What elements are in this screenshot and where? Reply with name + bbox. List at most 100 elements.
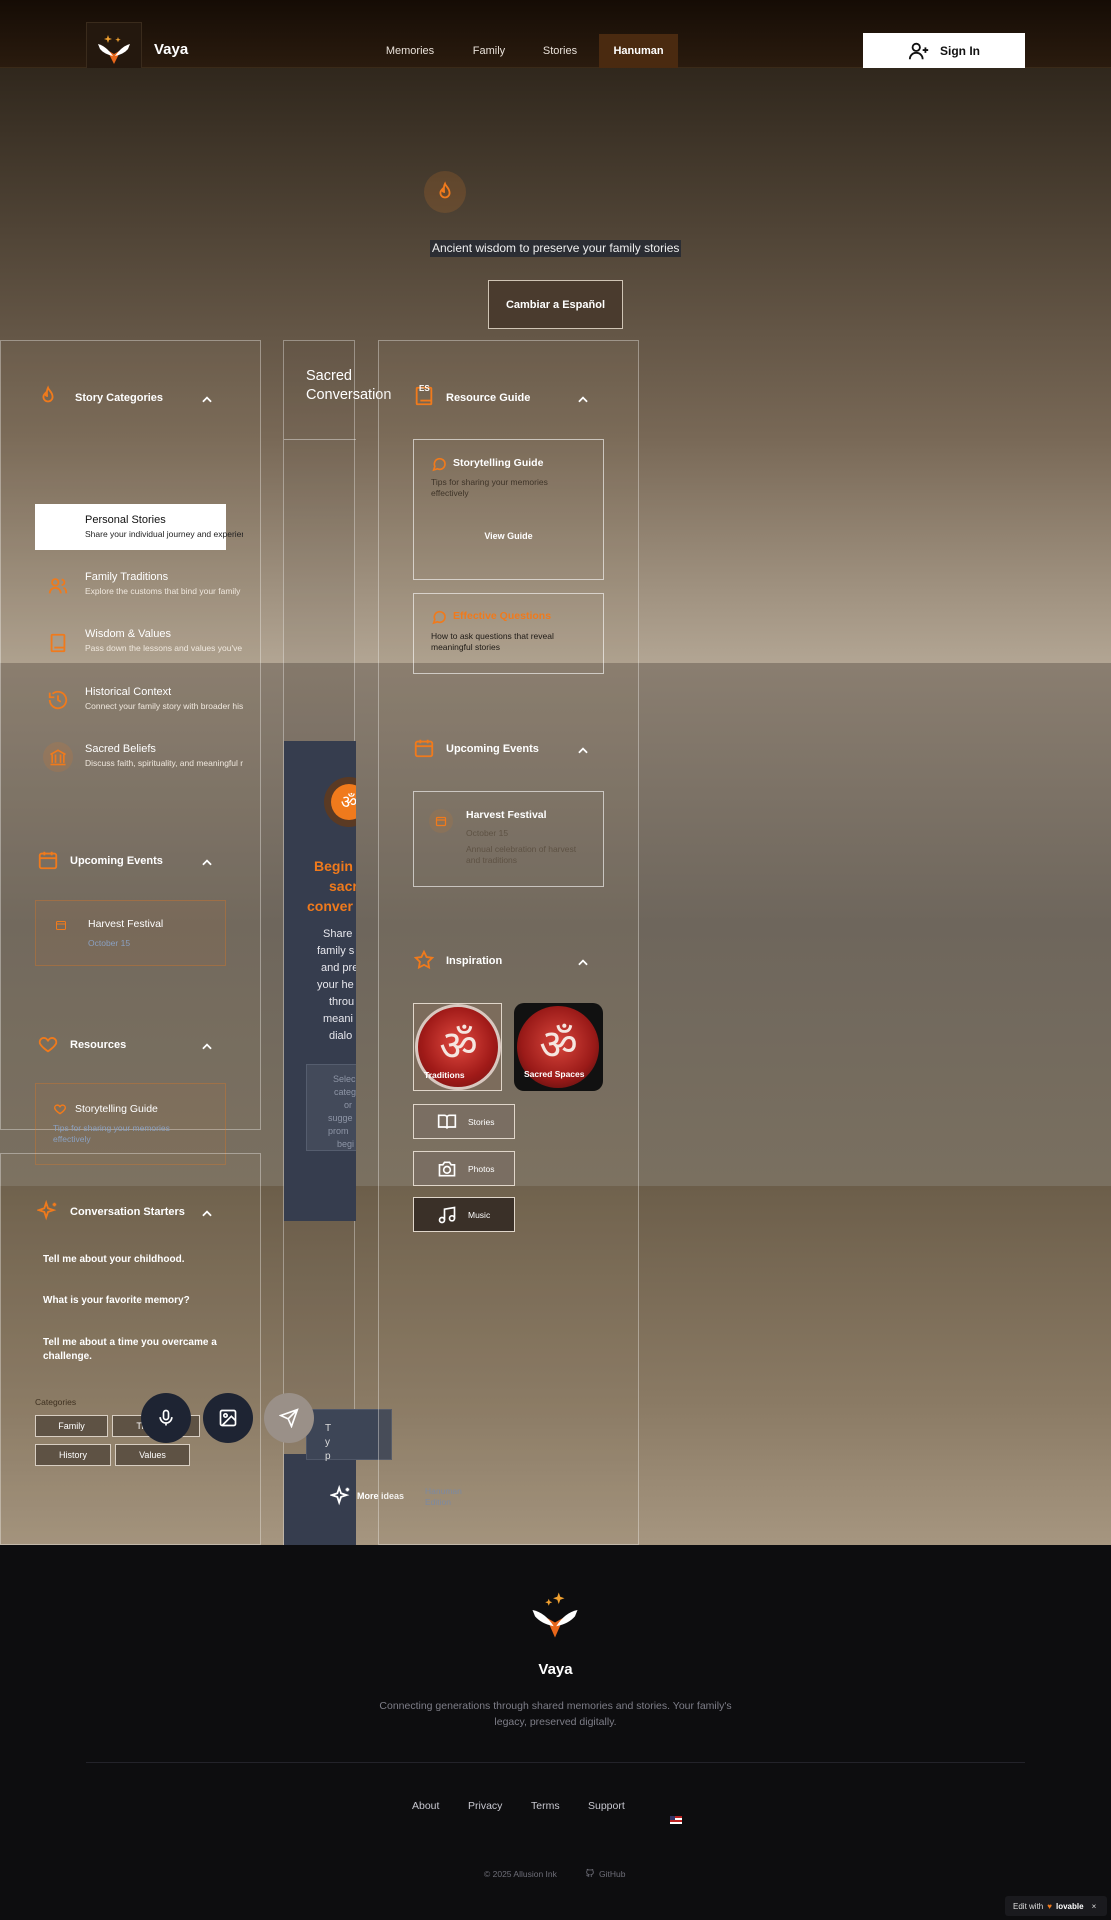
footer-divider [86, 1762, 1025, 1763]
stories-button[interactable]: Stories [413, 1104, 515, 1139]
nav-stories[interactable]: Stories [536, 34, 584, 68]
main-content: Ancient wisdom to preserve your family s… [0, 68, 1111, 1546]
starter-prompt[interactable]: Tell me about your childhood. [43, 1254, 223, 1265]
hint-line: or [344, 1100, 353, 1110]
chevron-up-icon[interactable] [576, 393, 590, 407]
om-symbol-icon: ॐ [439, 1022, 478, 1069]
card-desc: Tips for sharing your memories effective… [431, 477, 548, 498]
edit-with-label: Edit with [1013, 1901, 1044, 1911]
begin-heading: Begin sacr conver [284, 856, 356, 916]
heading-line: Begin [314, 858, 353, 874]
nav-memories[interactable]: Memories [380, 34, 440, 68]
body-line: meani [323, 1013, 353, 1025]
card-desc: How to ask questions that reveal meaning… [431, 631, 554, 652]
starters-panel: Conversation Starters Tell me about your… [0, 1153, 261, 1545]
chevron-up-icon[interactable] [200, 393, 214, 407]
hint-line: Selec [333, 1074, 356, 1084]
heading-line: conver [307, 898, 353, 914]
edit-with-lovable-badge[interactable]: Edit with ♥ lovable × [1005, 1896, 1107, 1916]
chevron-up-icon[interactable] [200, 856, 214, 870]
category-personal-stories[interactable] [35, 504, 226, 550]
footer-brand: Vaya [538, 1661, 573, 1678]
categories-label: Categories [35, 1397, 77, 1407]
music-button[interactable]: Music [413, 1197, 515, 1232]
calendar-icon [56, 921, 66, 930]
sparkles-icon [330, 1485, 350, 1506]
event-card[interactable] [413, 791, 604, 887]
brand-name[interactable]: Vaya [154, 41, 188, 58]
body-line: throu [329, 996, 355, 1008]
event-title: Harvest Festival [466, 809, 547, 821]
begin-body: Share family s and pre your he throu mea… [284, 926, 356, 1045]
heading-line: sacr [329, 878, 356, 894]
message-circle-icon [432, 457, 446, 472]
mic-button[interactable] [141, 1393, 191, 1443]
star-icon [413, 949, 435, 970]
image-icon [219, 1409, 237, 1427]
inspiration-tile-traditions[interactable]: ॐ Traditions [413, 1003, 502, 1091]
us-flag-icon[interactable] [670, 1816, 682, 1824]
flag-es-label: ES [419, 384, 430, 393]
footer-link-support[interactable]: Support [588, 1800, 625, 1812]
footer-link-about[interactable]: About [412, 1800, 439, 1812]
tile-label: Sacred Spaces [524, 1069, 585, 1079]
sign-in-label: Sign In [940, 43, 980, 58]
sign-in-button[interactable]: Sign In [863, 33, 1025, 68]
nav-family[interactable]: Family [463, 34, 515, 68]
category-title: Historical Context [85, 686, 172, 698]
vaya-logo-icon [532, 1592, 578, 1638]
heart-icon: ♥ [1047, 1901, 1052, 1911]
starter-prompt[interactable]: What is your favorite memory? [43, 1295, 223, 1306]
category-chip[interactable]: Family [35, 1415, 108, 1437]
chevron-up-icon[interactable] [200, 1207, 214, 1221]
nav-hanuman[interactable]: Hanuman [599, 34, 678, 68]
story-categories-title: Story Categories [75, 392, 164, 404]
footer: Vaya Connecting generations through shar… [0, 1545, 1111, 1920]
footer-tagline: Connecting generations through shared me… [0, 1698, 1111, 1730]
hint-line: begi [337, 1139, 355, 1149]
hint-text: Selec categ or sugge prom begi [306, 1073, 356, 1151]
event-card[interactable] [35, 900, 226, 966]
resource-guide-title: Resource Guide [446, 392, 531, 404]
category-desc: Pass down the lessons and values you've … [85, 643, 243, 653]
flame-icon [439, 181, 451, 199]
footer-link-terms[interactable]: Terms [531, 1800, 560, 1812]
om-symbol-icon: ॐ [539, 1021, 578, 1068]
chevron-up-icon[interactable] [576, 744, 590, 758]
upcoming-events-title: Upcoming Events [70, 855, 163, 867]
chevron-up-icon[interactable] [576, 956, 590, 970]
conversation-empty-state: ॐ Begin sacr conver Share family s and p… [284, 741, 356, 1221]
resource-title: Storytelling Guide [75, 1103, 158, 1115]
button-label: Stories [468, 1116, 495, 1127]
calendar-icon [414, 739, 434, 758]
copyright: © 2025 Allusion Ink [484, 1869, 557, 1879]
footer-link-privacy[interactable]: Privacy [468, 1800, 502, 1812]
image-upload-button[interactable] [203, 1393, 253, 1443]
calendar-icon [38, 851, 58, 870]
send-icon [279, 1408, 299, 1428]
photos-button[interactable]: Photos [413, 1151, 515, 1186]
send-button[interactable] [264, 1393, 314, 1443]
button-label: Photos [468, 1163, 495, 1174]
heart-icon [54, 1104, 66, 1115]
language-toggle-button[interactable]: Cambiar a Español [488, 280, 623, 329]
card-title: Effective Questions [453, 610, 552, 622]
starter-prompt[interactable]: Tell me about a time you overcame a chal… [43, 1336, 223, 1364]
card-title: Storytelling Guide [453, 457, 544, 469]
inspiration-tile-sacred-spaces[interactable]: ॐ Sacred Spaces [514, 1003, 603, 1091]
body-line: Share [323, 928, 353, 940]
inspiration-title: Inspiration [446, 955, 503, 967]
upcoming-events-title: Upcoming Events [446, 743, 539, 755]
conversation-starters-title: Conversation Starters [70, 1206, 185, 1218]
github-link[interactable]: GitHub [599, 1869, 625, 1879]
category-chip[interactable]: Values [115, 1444, 190, 1466]
category-chip[interactable]: History [35, 1444, 111, 1466]
chevron-up-icon[interactable] [200, 1040, 214, 1054]
category-title: Sacred Beliefs [85, 743, 156, 755]
body-line: your he [317, 979, 354, 991]
resource-desc: Tips for sharing your memories effective… [53, 1123, 170, 1144]
view-guide-button[interactable]: View Guide [413, 531, 604, 541]
message-circle-icon [432, 610, 446, 625]
close-icon[interactable]: × [1092, 1902, 1097, 1911]
flag-canton [670, 1816, 675, 1820]
